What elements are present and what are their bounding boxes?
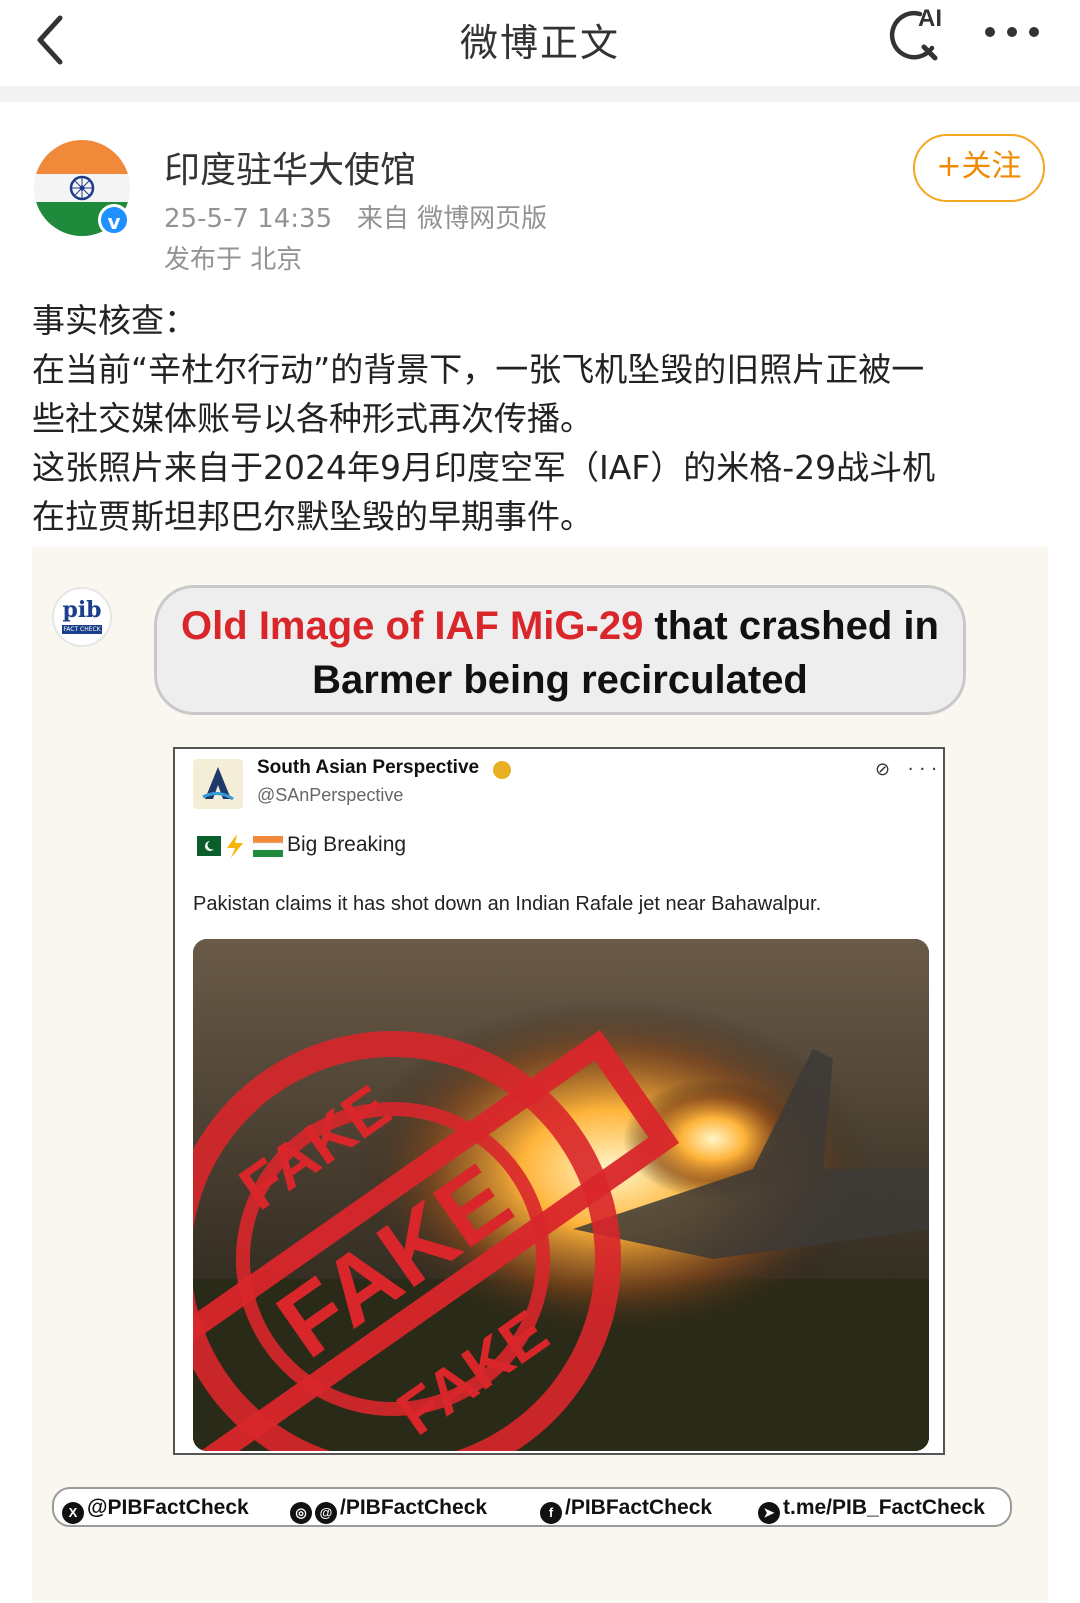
verified-badge-icon: v (98, 204, 130, 236)
x-logo-icon: X (62, 1502, 84, 1524)
headline-red: Old Image of IAF MiG-29 (181, 604, 644, 648)
post-location: 发布于 北京 (164, 245, 303, 275)
tweet-avatar (193, 759, 243, 809)
tweet-handle: @SAnPerspective (257, 785, 404, 805)
post-text: 事实核查： 在当前“辛杜尔行动”的背景下，一张飞机坠毁的旧照片正被一 些社交媒体… (32, 296, 1048, 541)
factcheck-headline: Old Image of IAF MiG-29 that crashed in … (154, 585, 966, 715)
post-line: 在拉贾斯坦邦巴尔默坠毁的早期事件。 (32, 497, 593, 536)
telegram-icon: ➤ (758, 1502, 780, 1524)
pib-logo-subtext: FACT CHECK (62, 625, 102, 634)
pib-logo-text: pib (62, 597, 102, 623)
pib-logo: pib FACT CHECK (52, 587, 112, 647)
footer-tg-handle: t.me/PIB_FactCheck (783, 1496, 985, 1519)
sap-logo-icon (202, 767, 234, 801)
footer-facebook: f/PIBFactCheck (540, 1496, 712, 1524)
post-line: 些社交媒体账号以各种形式再次传播。 (32, 399, 593, 438)
ai-label: AI (918, 5, 942, 32)
tweet-menu-icons: ⊘ ··· (875, 759, 943, 780)
top-nav-bar: 微博正文 AI (0, 0, 1080, 86)
ai-search-icon[interactable]: AI (880, 2, 950, 64)
footer-x: X @PIBFactCheck (62, 1496, 249, 1524)
instagram-icon: ◎ (290, 1502, 312, 1524)
post-meta: 25-5-7 14:35 来自 微博网页版 (164, 204, 548, 234)
flags-emoji-icon (197, 834, 284, 858)
tweet-author-name: South Asian Perspective (257, 757, 480, 778)
crash-photo: FAKE FAKE FAKE (193, 939, 929, 1451)
post-line: 事实核查： (32, 301, 197, 340)
post-line: 在当前“辛杜尔行动”的背景下，一张飞机坠毁的旧照片正被一 (32, 350, 925, 389)
tweet-tag: Big Breaking (287, 833, 407, 856)
divider (0, 86, 1080, 102)
post-line: 这张照片来自于2024年9月印度空军（IAF）的米格-29战斗机 (32, 448, 936, 487)
footer-telegram: ➤ t.me/PIB_FactCheck (758, 1496, 985, 1524)
footer-insta-handle: /PIBFactCheck (340, 1496, 488, 1519)
headline-black-1: that crashed in (643, 604, 939, 648)
follow-button[interactable]: +关注 (913, 134, 1045, 202)
author-name[interactable]: 印度驻华大使馆 (164, 141, 416, 193)
headline-black-2: Barmer being recirculated (312, 658, 808, 702)
footer-instagram: ◎ @/PIBFactCheck (290, 1496, 487, 1524)
tweet-text: Pakistan claims it has shot down an Indi… (193, 893, 822, 915)
social-footer: X @PIBFactCheck ◎ @/PIBFactCheck f/PIBFact… (52, 1487, 1012, 1527)
threads-icon: @ (315, 1502, 337, 1524)
footer-fb-handle: /PIBFactCheck (565, 1496, 713, 1519)
tweet-screenshot: South Asian Perspective @SAnPerspective … (173, 747, 945, 1455)
more-options-icon[interactable] (980, 18, 1050, 48)
post-image[interactable]: pib FACT CHECK Old Image of IAF MiG-29 t… (32, 547, 1048, 1603)
fake-stamp-photo: FAKE FAKE FAKE (193, 939, 929, 1451)
facebook-icon: f (540, 1502, 562, 1524)
footer-x-handle: @PIBFactCheck (87, 1496, 249, 1519)
gold-verified-icon (493, 761, 511, 779)
